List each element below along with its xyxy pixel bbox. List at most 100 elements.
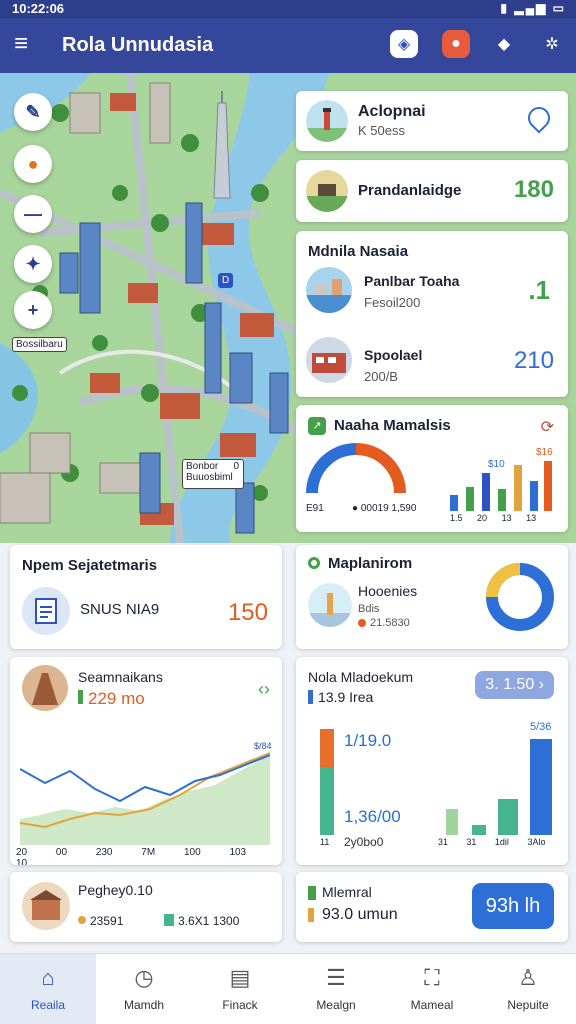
- card-nola[interactable]: Nola Mladoekum 13.9 Irea 3. 1.50 › 1/19.…: [296, 657, 568, 865]
- tag-icon[interactable]: ◆: [490, 30, 518, 58]
- x-tick: 103: [229, 847, 247, 858]
- nav-label: Finack: [222, 998, 258, 1012]
- card-sub2: Bdis: [358, 603, 380, 615]
- status-icons: ▮ ▂▄▆ ▭: [500, 1, 566, 15]
- card-nasha[interactable]: ↗ Naaha Mamalsis ⟳ E91 ● 00019 1,590 $10…: [296, 405, 568, 532]
- location-pin-icon[interactable]: [523, 102, 555, 134]
- accent-bar: [308, 690, 313, 704]
- row2-sub: 200/B: [364, 369, 398, 384]
- axis-tick: 1.5: [450, 513, 463, 523]
- area-chart: [20, 752, 270, 845]
- nav-item-reports[interactable]: ▤ Finack: [192, 954, 288, 1024]
- gauge-center: ● 00019 1,590: [352, 503, 417, 514]
- dot-icon: [78, 916, 86, 924]
- zoom-out-button[interactable]: —: [14, 195, 52, 233]
- draw-tool-button[interactable]: ✎: [14, 93, 52, 131]
- card-media[interactable]: Mdnila Nasaia Panlbar Toaha Fesoil200 .1…: [296, 231, 568, 397]
- callout-line2: Buuosbiml: [186, 472, 233, 483]
- accent-bar: [78, 690, 83, 704]
- building-icon: [22, 882, 70, 930]
- layers-button[interactable]: ✦: [14, 245, 52, 283]
- card-mlemral[interactable]: Mlemral 93.0 umun 93h lh: [296, 872, 568, 942]
- x-tick: 7M: [141, 847, 156, 858]
- zoom-in-button[interactable]: +: [14, 291, 52, 329]
- callout-num: 0: [233, 461, 239, 472]
- gear-icon[interactable]: ✲: [538, 30, 566, 58]
- card-pranda[interactable]: Prandanlaidge 180: [296, 160, 568, 222]
- card-value: 180: [513, 176, 554, 203]
- card-title: Seamnaikans: [78, 669, 163, 685]
- map-scale-label: Bossilbaru: [12, 337, 67, 352]
- donut-chart: [486, 563, 554, 631]
- card-value: 229 mo: [88, 689, 145, 708]
- lighthouse-thumbnail: [308, 583, 352, 627]
- map-pin[interactable]: D: [218, 273, 234, 288]
- train-icon: [306, 337, 352, 383]
- location-button[interactable]: ●: [14, 145, 52, 183]
- bar-label-2: $16: [536, 447, 553, 458]
- monument-icon: [22, 665, 68, 711]
- gauge-left: E91: [306, 503, 324, 514]
- card-seam[interactable]: Seamnaikans 229 mo ‹› $/84 20 00 230 7M …: [10, 657, 282, 865]
- trend-icon: ↗: [308, 417, 326, 435]
- nav-label: Nepuite: [507, 998, 549, 1012]
- card-sub: SNUS NIA9: [80, 601, 160, 618]
- map-callout[interactable]: Bonbor 0 Buuosbiml: [182, 459, 244, 489]
- document-icon: [22, 587, 70, 635]
- card-title: Mlemral: [322, 884, 372, 900]
- card-title: Npem Sejatetmaris: [22, 557, 158, 574]
- axis-tick: 13: [526, 513, 537, 523]
- card-adlopnai[interactable]: Aclopnai K 50ess: [296, 91, 568, 151]
- x-tick: 230: [95, 847, 113, 858]
- badge-button[interactable]: 3. 1.50 ›: [475, 671, 554, 699]
- x-tick: 31: [437, 837, 448, 847]
- x-axis: 20 00 230 7M 100 103 10: [16, 847, 282, 865]
- x-tick: 10: [16, 858, 28, 865]
- card-title: Maplanirom: [328, 555, 413, 572]
- card-title: Aclopnai: [358, 103, 426, 120]
- card-sub2: 3.6X1 1300: [178, 914, 240, 928]
- map-icon: ⛶: [424, 965, 440, 990]
- callout-line1: Bonbor: [186, 461, 219, 472]
- nav-label: Mamdh: [123, 998, 164, 1012]
- bottom-nav: ⌂ Reaila ◷ Mamdh ▤ Finack ☰ Mealgn ⛶ Mam…: [0, 953, 576, 1024]
- x-tick: 100: [183, 847, 201, 858]
- harbor-icon: [306, 267, 352, 313]
- x-tick: 11: [320, 837, 330, 847]
- card-value: 93.0 umun: [322, 906, 398, 923]
- row2-value: 210: [513, 347, 554, 374]
- person-icon: ♙: [518, 965, 538, 990]
- notes-icon: ☰: [326, 965, 346, 990]
- status-dot-icon: [308, 557, 320, 569]
- mini-bar-chart: [450, 461, 552, 511]
- row2-title: Spoolael: [364, 347, 423, 363]
- menu-icon[interactable]: ≡: [14, 32, 38, 56]
- card-sub3: 21.5830: [370, 617, 410, 629]
- card-value: 150: [227, 599, 268, 626]
- status-time: 10:22:06: [12, 1, 65, 16]
- card-title: Peghey0.10: [78, 882, 153, 898]
- landscape-icon: [306, 170, 348, 212]
- shield-icon[interactable]: ◈: [390, 30, 418, 58]
- nav-label: Mealgn: [316, 998, 356, 1012]
- action-button[interactable]: 93h lh: [472, 883, 554, 929]
- row1-sub: Fesoil200: [364, 295, 421, 310]
- refresh-icon[interactable]: ⟳: [541, 417, 554, 437]
- bar-axis: 1.5 20 13 13: [450, 513, 536, 523]
- nav-item-map[interactable]: ⛶ Mameal: [384, 954, 480, 1024]
- gauge-chart: [306, 443, 406, 494]
- card-npem[interactable]: Npem Sejatetmaris SNUS NIA9 150: [10, 545, 282, 649]
- nav-item-home[interactable]: ⌂ Reaila: [0, 954, 96, 1024]
- document-icon: ▤: [229, 965, 251, 990]
- nav-item-profile[interactable]: ♙ Nepuite: [480, 954, 576, 1024]
- card-title: Nola Mladoekum: [308, 669, 414, 685]
- card-maplanirom[interactable]: Maplanirom Hooenies Bdis 21.5830: [296, 545, 568, 649]
- expand-icon[interactable]: ‹›: [258, 679, 270, 700]
- nav-item-notes[interactable]: ☰ Mealgn: [288, 954, 384, 1024]
- nav-item-history[interactable]: ◷ Mamdh: [96, 954, 192, 1024]
- card-sub1: Hooenies: [358, 583, 418, 599]
- nav-label: Mameal: [410, 998, 454, 1012]
- x-tick: 1dil: [494, 837, 509, 847]
- profile-icon[interactable]: ●: [442, 30, 470, 58]
- card-peghey[interactable]: Peghey0.10 23591 3.6X1 1300: [10, 872, 282, 942]
